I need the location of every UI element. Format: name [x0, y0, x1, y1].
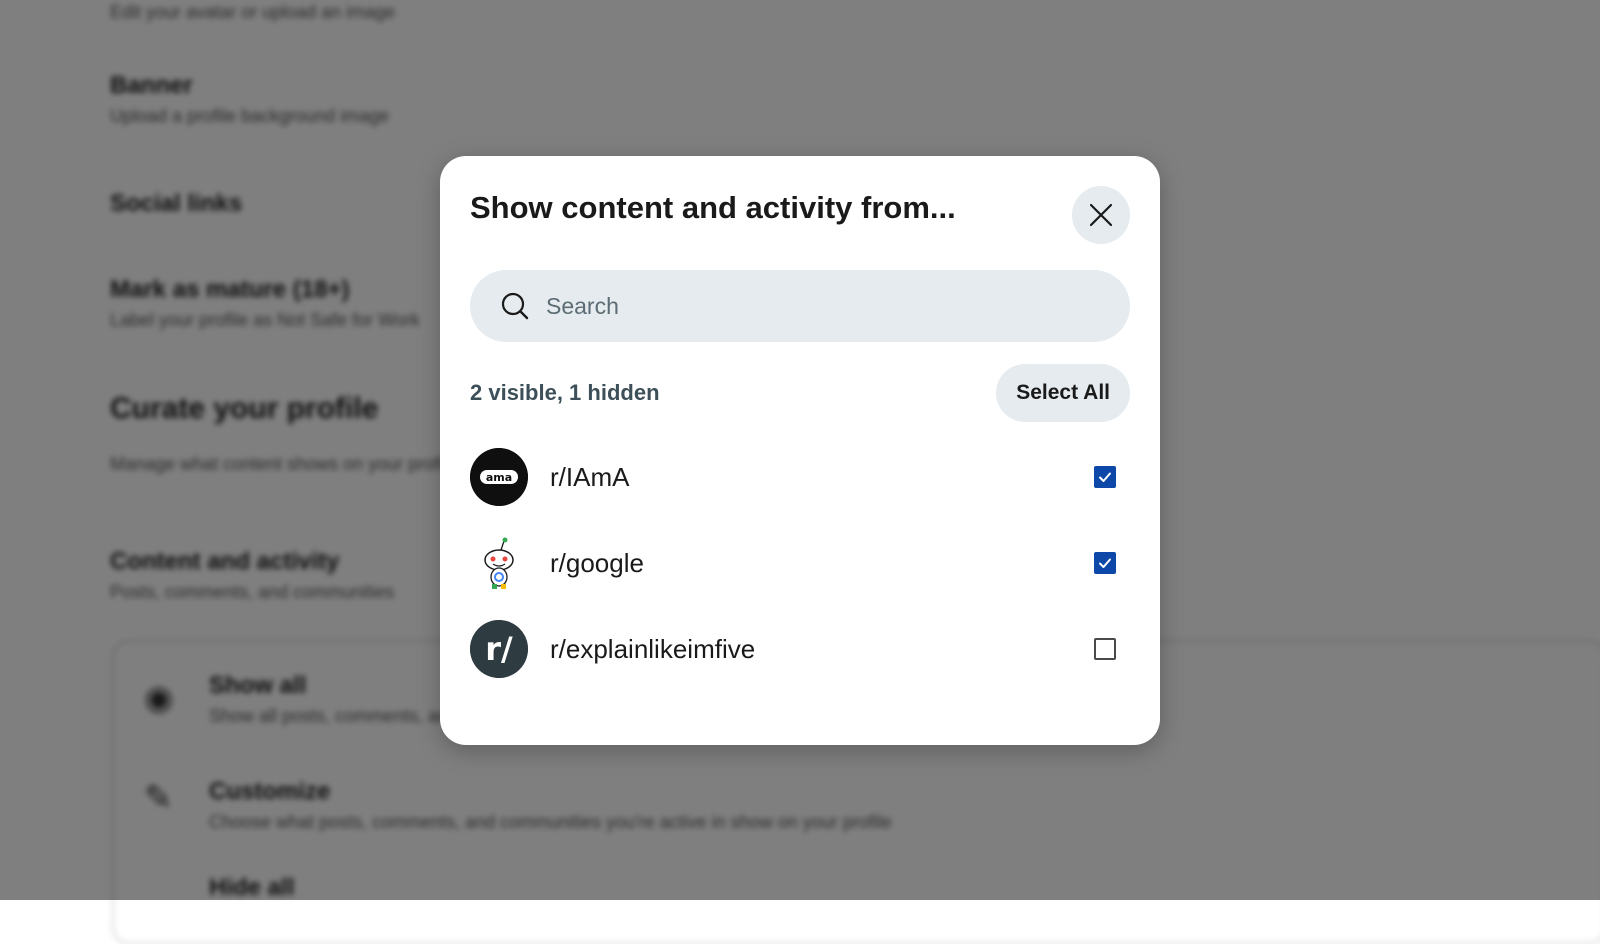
r-slash-avatar-icon: r/	[470, 620, 528, 678]
select-all-button[interactable]: Select All	[996, 364, 1130, 422]
content-activity-modal: Show content and activity from... 2 visi…	[440, 156, 1160, 745]
checkmark-icon	[1098, 470, 1112, 484]
search-icon	[500, 291, 530, 321]
community-name: r/IAmA	[550, 461, 630, 492]
community-checkbox-google[interactable]	[1094, 552, 1116, 574]
svg-text:ama: ama	[486, 471, 512, 484]
svg-text:r/: r/	[485, 630, 513, 668]
community-row-google[interactable]: r/google	[470, 520, 1130, 606]
snoo-avatar-icon	[470, 534, 528, 592]
community-checkbox-explainlikeimfive[interactable]	[1094, 638, 1116, 660]
search-box[interactable]	[470, 270, 1130, 342]
community-list: ama r/IAmA r/google r/ r/explainlikeimfi…	[470, 434, 1130, 692]
close-icon	[1088, 202, 1114, 228]
modal-header: Show content and activity from...	[470, 156, 1130, 268]
community-checkbox-iama[interactable]	[1094, 466, 1116, 488]
community-name: r/explainlikeimfive	[550, 633, 756, 664]
modal-title: Show content and activity from...	[470, 190, 956, 225]
checkmark-icon	[1098, 556, 1112, 570]
community-row-explainlikeimfive[interactable]: r/ r/explainlikeimfive	[470, 606, 1130, 692]
visibility-count: 2 visible, 1 hidden	[470, 380, 660, 405]
community-name: r/google	[550, 547, 644, 578]
ama-avatar-icon: ama	[470, 448, 528, 506]
community-row-iama[interactable]: ama r/IAmA	[470, 434, 1130, 520]
search-input[interactable]	[544, 291, 1068, 321]
close-button[interactable]	[1072, 186, 1130, 244]
status-row: 2 visible, 1 hidden Select All	[470, 364, 1130, 422]
